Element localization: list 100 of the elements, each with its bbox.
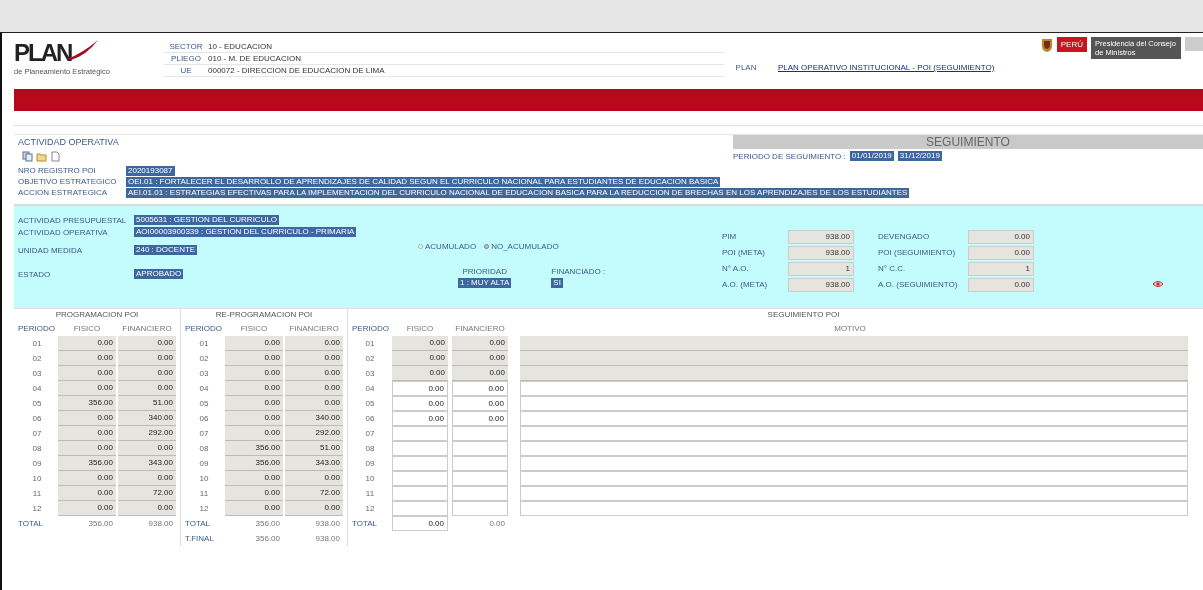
input-field[interactable]: [452, 501, 508, 516]
input-field[interactable]: [452, 441, 508, 456]
total-value: 938.00: [147, 518, 174, 530]
field-value: 000072 - DIRECCION DE EDUCACION DE LIMA: [208, 66, 385, 75]
page-icon[interactable]: [50, 150, 61, 162]
documents-icon[interactable]: [22, 150, 33, 162]
period-cell-text: 04: [364, 383, 376, 395]
period-cell-text: 11: [198, 488, 210, 500]
input-field[interactable]: [452, 486, 508, 501]
column-header: PERIODO: [185, 323, 223, 335]
radio-circle[interactable]: [418, 244, 423, 249]
period-cell-text: 09: [31, 458, 43, 470]
input-field[interactable]: [520, 501, 1188, 516]
input-field[interactable]: [520, 381, 1188, 396]
input-field[interactable]: [392, 426, 448, 441]
input-field[interactable]: [452, 456, 508, 471]
period-cell-text: 04: [198, 383, 210, 395]
financed-label: FINANCIADO :: [551, 267, 606, 276]
input-field[interactable]: [452, 471, 508, 486]
table-cell: 0.00: [58, 501, 116, 516]
column-header: PERIODO: [18, 323, 56, 335]
logo-text: PLAN: [14, 39, 72, 67]
input-field[interactable]: 0.00: [452, 381, 508, 396]
total-label: TOTAL: [18, 518, 45, 530]
input-field[interactable]: [392, 471, 448, 486]
metric-value: 0.00: [968, 246, 1034, 260]
table-cell: 0.00: [58, 336, 116, 351]
field-value: OEI.01 : FORTALECER EL DESARROLLO DE APRENDIZAJES DE CALIDAD SEGUN EL CURRICULO NACIONAL PARA ESTUDIANTES DE EDUCACION BASICA: [126, 176, 721, 187]
table-cell: 51.00: [285, 441, 343, 456]
table-cell: 343.00: [118, 456, 176, 471]
input-field[interactable]: [520, 411, 1188, 426]
input-field[interactable]: [520, 471, 1188, 486]
metric-label: POI (META): [721, 247, 766, 259]
folder-icon[interactable]: [36, 150, 47, 162]
table-cell: 0.00: [58, 471, 116, 486]
period-cell-text: 02: [31, 353, 43, 365]
metric-value: 0.00: [968, 230, 1034, 244]
table-cell: 356.00: [58, 456, 116, 471]
input-field[interactable]: [392, 486, 448, 501]
table-cell: 0.00: [118, 336, 176, 351]
field-label: OBJETIVO ESTRATEGICO: [18, 177, 118, 186]
period-cell-text: 02: [198, 353, 210, 365]
table-cell: 0.00: [285, 471, 343, 486]
input-field[interactable]: [520, 396, 1188, 411]
input-field[interactable]: [520, 351, 1188, 366]
period-cell-text: 03: [31, 368, 43, 380]
input-field[interactable]: 0.00: [452, 396, 508, 411]
input-field[interactable]: 0.00: [392, 381, 448, 396]
period-cell-text: 05: [31, 398, 43, 410]
table-cell: 356.00: [225, 441, 283, 456]
total-label: TOTAL: [352, 518, 379, 530]
period-cell-text: 07: [364, 428, 376, 440]
input-field[interactable]: 0.00: [392, 411, 448, 426]
input-field[interactable]: [520, 456, 1188, 471]
total-value: 938.00: [314, 518, 341, 530]
table-cell: 0.00: [285, 366, 343, 381]
radio-circle[interactable]: [484, 244, 490, 249]
field-label: SECTOR: [168, 42, 204, 51]
plan-link[interactable]: PLAN OPERATIVO INSTITUCIONAL - POI (SEGUIMIENTO): [778, 63, 995, 72]
input-field[interactable]: [452, 426, 508, 441]
table-cell: 0.00: [225, 471, 283, 486]
field-value: 010 - M. DE EDUCACION: [208, 54, 301, 63]
period-cell-text: 07: [198, 428, 210, 440]
table-cell: 0.00: [225, 366, 283, 381]
input-field[interactable]: [520, 366, 1188, 381]
metric-label: A.O. (META): [721, 279, 769, 291]
field-label: ACTIVIDAD OPERATIVA: [18, 227, 109, 237]
column-header: PERIODO: [352, 323, 388, 335]
eye-icon[interactable]: [1152, 280, 1164, 288]
input-field[interactable]: [520, 336, 1188, 351]
field-label: ESTADO: [18, 269, 52, 279]
input-field[interactable]: [392, 456, 448, 471]
table-cell: 356.00: [225, 456, 283, 471]
total-value: 356.00: [254, 533, 281, 545]
input-field[interactable]: [392, 501, 448, 516]
period-cell-text: 02: [364, 353, 376, 365]
table-cell: 292.00: [118, 426, 176, 441]
input-field[interactable]: 0.00: [392, 396, 448, 411]
column-header: FISICO: [72, 323, 102, 335]
metric-label: POI (SEGUIMIENTO): [877, 247, 957, 259]
period-cell-text: 12: [198, 503, 210, 515]
period-cell-text: 01: [198, 338, 210, 350]
input-field[interactable]: [392, 441, 448, 456]
period-cell-text: 06: [364, 413, 376, 425]
radio-option[interactable]: ACUMULADO: [418, 242, 477, 251]
period-cell-text: 08: [198, 443, 210, 455]
input-field[interactable]: [520, 426, 1188, 441]
total-value: 0.00: [392, 516, 448, 531]
table-cell: 0.00: [225, 351, 283, 366]
input-field[interactable]: [520, 441, 1188, 456]
input-field[interactable]: 0.00: [452, 411, 508, 426]
radio-option[interactable]: NO_ACUMULADO: [484, 242, 559, 251]
input-field[interactable]: [520, 486, 1188, 501]
table-title: PROGRAMACION POI: [54, 309, 140, 321]
table-title: SEGUIMIENTO POI: [766, 309, 841, 321]
table-cell: 0.00: [225, 336, 283, 351]
period-cell-text: 12: [364, 503, 376, 515]
table-cell: 0.00: [285, 336, 343, 351]
metric-value: 938.00: [788, 230, 854, 244]
table-cell: 340.00: [285, 411, 343, 426]
